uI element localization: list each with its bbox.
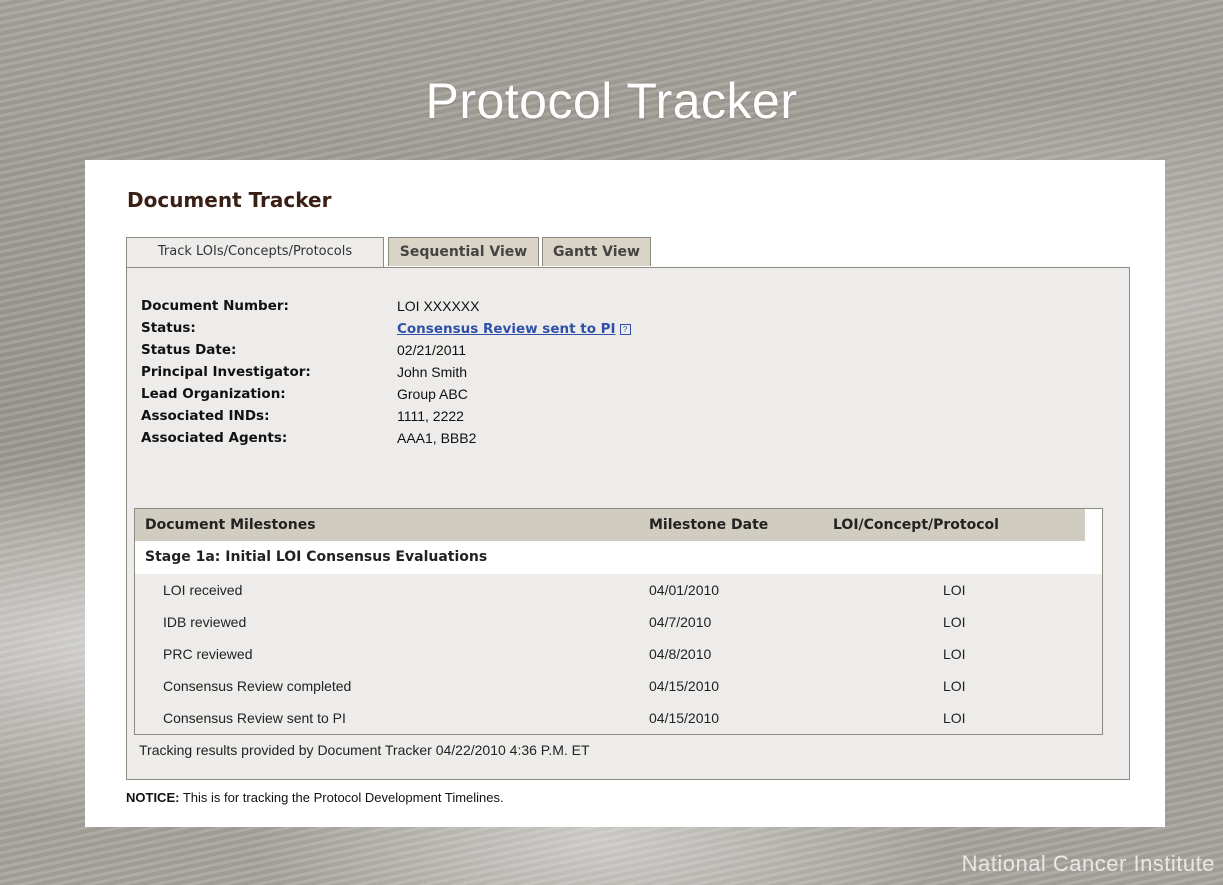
- page-title: Document Tracker: [127, 188, 332, 212]
- info-value: Group ABC: [397, 386, 468, 402]
- tab-track-lois[interactable]: Track LOIs/Concepts/Protocols: [126, 237, 384, 268]
- table-row: Consensus Review completed 04/15/2010 LO…: [135, 670, 1102, 702]
- table-row: PRC reviewed 04/8/2010 LOI: [135, 638, 1102, 670]
- milestone-date: 04/15/2010: [649, 710, 720, 726]
- slide-title: Protocol Tracker: [425, 73, 798, 129]
- stage-label: Stage 1a: Initial LOI Consensus Evaluati…: [145, 549, 488, 565]
- info-label: Lead Organization:: [141, 386, 286, 402]
- milestone-name: LOI received: [163, 582, 243, 598]
- info-value: 02/21/2011: [397, 342, 467, 358]
- milestone-name: Consensus Review sent to PI: [163, 710, 346, 726]
- notice-body: This is for tracking the Protocol Develo…: [179, 790, 504, 805]
- milestone-type: LOI: [943, 582, 966, 598]
- notice-label: NOTICE:: [126, 790, 180, 805]
- info-label: Principal Investigator:: [141, 364, 311, 380]
- status-link[interactable]: Consensus Review sent to PI: [397, 321, 616, 337]
- info-label: Document Number:: [141, 298, 289, 314]
- notice-text: NOTICE: This is for tracking the Protoco…: [126, 790, 504, 805]
- milestone-type: LOI: [943, 678, 966, 694]
- info-value: 1111, 2222: [397, 408, 464, 424]
- table-row: IDB reviewed 04/7/2010 LOI: [135, 606, 1102, 638]
- milestone-date: 04/15/2010: [649, 678, 720, 694]
- milestone-type: LOI: [943, 646, 966, 662]
- info-label: Associated INDs:: [141, 408, 270, 424]
- info-label: Status Date:: [141, 342, 237, 358]
- milestone-date: 04/7/2010: [649, 614, 712, 630]
- info-value: John Smith: [397, 364, 468, 380]
- tab-content: Document Number: LOI XXXXXX Status: Cons…: [126, 267, 1130, 780]
- table-row: Consensus Review sent to PI 04/15/2010 L…: [135, 702, 1102, 734]
- footer-brand: National Cancer Institute: [961, 851, 1215, 876]
- info-value: LOI XXXXXX: [397, 298, 480, 314]
- milestone-type: LOI: [943, 710, 966, 726]
- stage-row: Stage 1a: Initial LOI Consensus Evaluati…: [135, 541, 1102, 574]
- document-tracker-panel: Document Tracker Track LOIs/Concepts/Pro…: [85, 160, 1165, 827]
- milestone-name: PRC reviewed: [163, 646, 253, 662]
- milestone-date: 04/01/2010: [649, 582, 720, 598]
- tracking-note: Tracking results provided by Document Tr…: [139, 742, 590, 758]
- table-row: LOI received 04/01/2010 LOI: [135, 574, 1102, 606]
- info-label: Status:: [141, 320, 196, 336]
- milestone-type: LOI: [943, 614, 966, 630]
- info-value: Consensus Review sent to PI?: [397, 320, 631, 337]
- tab-gantt-view[interactable]: Gantt View: [542, 237, 651, 266]
- column-header-type: LOI/Concept/Protocol: [833, 517, 999, 533]
- tab-sequential-view[interactable]: Sequential View: [388, 237, 539, 266]
- info-value: AAA1, BBB2: [397, 430, 477, 446]
- info-label: Associated Agents:: [141, 430, 288, 446]
- milestones-table-header: Document Milestones Milestone Date LOI/C…: [135, 509, 1085, 541]
- column-header-milestones: Document Milestones: [145, 517, 316, 533]
- help-icon[interactable]: ?: [619, 324, 631, 335]
- slide-background: Protocol Tracker Document Tracker Track …: [0, 0, 1223, 885]
- milestones-table: Document Milestones Milestone Date LOI/C…: [134, 508, 1103, 735]
- milestone-name: IDB reviewed: [163, 614, 247, 630]
- column-header-date: Milestone Date: [649, 517, 769, 533]
- milestone-date: 04/8/2010: [649, 646, 712, 662]
- milestone-name: Consensus Review completed: [163, 678, 352, 694]
